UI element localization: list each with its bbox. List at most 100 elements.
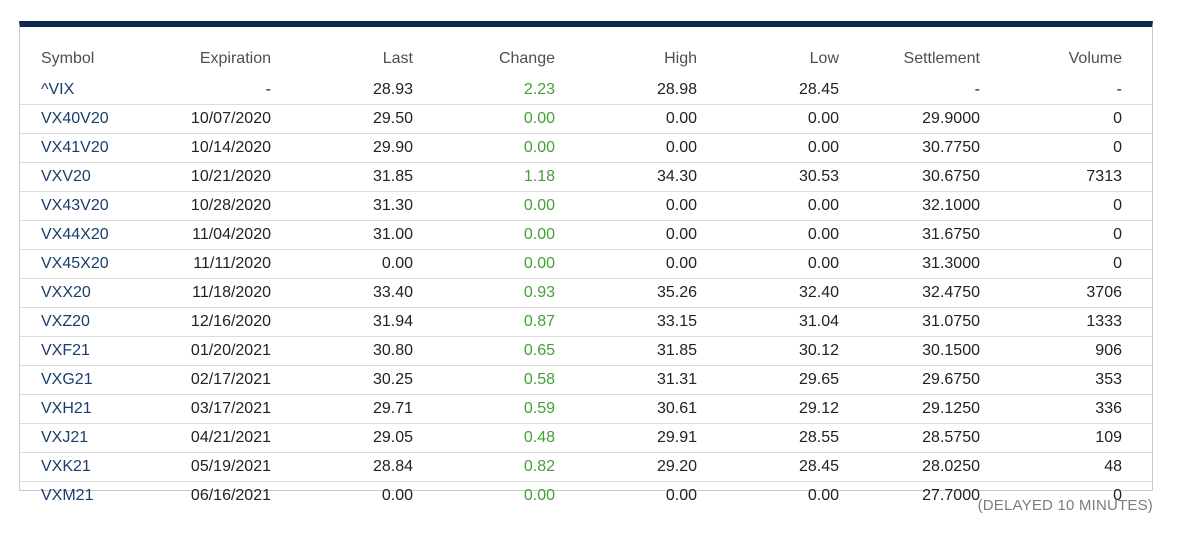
high-cell: 0.00 — [555, 133, 697, 163]
symbol-cell[interactable]: VX41V20 — [20, 133, 140, 163]
change-cell: 1.18 — [413, 162, 555, 192]
high-cell: 29.20 — [555, 452, 697, 482]
low-cell: 0.00 — [697, 133, 839, 163]
table-row: VX40V20 10/07/2020 29.50 0.00 0.00 0.00 29.900… — [20, 104, 1152, 134]
settlement-cell: 29.9000 — [839, 104, 980, 134]
low-cell: 0.00 — [697, 220, 839, 250]
settlement-cell: 31.0750 — [839, 307, 980, 337]
symbol-cell[interactable]: ^VIX — [20, 76, 140, 105]
low-cell: 0.00 — [697, 249, 839, 279]
expiration-cell: 10/21/2020 — [140, 162, 271, 192]
settlement-cell: - — [974, 81, 980, 98]
expiration-cell: 02/17/2021 — [140, 365, 271, 395]
settlement-cell: 29.6750 — [839, 365, 980, 395]
symbol-cell[interactable]: VXV20 — [20, 162, 140, 192]
last-cell: 31.85 — [271, 162, 413, 192]
expiration-cell: - — [265, 81, 271, 98]
table-header-row: Symbol Expiration Last Change High Low S… — [20, 42, 1152, 76]
last-cell: 29.05 — [271, 423, 413, 453]
table-row: VXX20 11/18/2020 33.40 0.93 35.26 32.40 32.475… — [20, 278, 1152, 308]
table-row: ^VIX - 28.93 2.23 28.98 28.45 - - — [20, 76, 1152, 105]
change-cell: 0.00 — [413, 104, 555, 134]
column-header-low: Low — [809, 50, 839, 67]
low-cell: 0.00 — [697, 191, 839, 221]
table-row: VX43V20 10/28/2020 31.30 0.00 0.00 0.00 32.100… — [20, 191, 1152, 221]
table-body: ^VIX - 28.93 2.23 28.98 28.45 - - VX40V20 10/07/2… — [20, 76, 1152, 510]
settlement-cell: 32.4750 — [839, 278, 980, 308]
last-cell: 29.71 — [271, 394, 413, 424]
expiration-cell: 03/17/2021 — [140, 394, 271, 424]
high-cell: 35.26 — [555, 278, 697, 308]
symbol-cell[interactable]: VXX20 — [20, 278, 140, 308]
high-cell: 30.61 — [555, 394, 697, 424]
volume-cell: - — [1116, 81, 1122, 98]
expiration-cell: 10/28/2020 — [140, 191, 271, 221]
last-cell: 0.00 — [271, 249, 413, 279]
last-cell: 31.30 — [271, 191, 413, 221]
high-cell: 0.00 — [555, 191, 697, 221]
symbol-cell[interactable]: VXH21 — [20, 394, 140, 424]
expiration-cell: 11/18/2020 — [140, 278, 271, 308]
change-cell: 0.82 — [413, 452, 555, 482]
symbol-cell[interactable]: VX45X20 — [20, 249, 140, 279]
table-row: VX41V20 10/14/2020 29.90 0.00 0.00 0.00 30.775… — [20, 133, 1152, 163]
volume-cell: 3706 — [980, 278, 1152, 308]
low-cell: 28.45 — [798, 81, 839, 98]
expiration-cell: 10/07/2020 — [140, 104, 271, 134]
settlement-cell: 27.7000 — [839, 481, 980, 510]
symbol-cell[interactable]: VXG21 — [20, 365, 140, 395]
column-header-settlement: Settlement — [903, 50, 980, 67]
volume-cell: 48 — [980, 452, 1152, 482]
change-cell: 0.93 — [413, 278, 555, 308]
change-cell: 0.00 — [413, 249, 555, 279]
volume-cell: 353 — [980, 365, 1152, 395]
low-cell: 31.04 — [697, 307, 839, 337]
last-cell: 30.80 — [271, 336, 413, 366]
settlement-cell: 28.5750 — [839, 423, 980, 453]
high-cell: 33.15 — [555, 307, 697, 337]
low-cell: 30.12 — [697, 336, 839, 366]
expiration-cell: 10/14/2020 — [140, 133, 271, 163]
volume-cell: 0 — [980, 220, 1152, 250]
symbol-cell[interactable]: VX40V20 — [20, 104, 140, 134]
symbol-cell[interactable]: VXJ21 — [20, 423, 140, 453]
last-cell: 31.94 — [271, 307, 413, 337]
volume-cell: 109 — [980, 423, 1152, 453]
volume-cell: 0 — [980, 133, 1152, 163]
high-cell: 0.00 — [555, 104, 697, 134]
volume-cell: 7313 — [980, 162, 1152, 192]
expiration-cell: 01/20/2021 — [140, 336, 271, 366]
symbol-cell[interactable]: VXM21 — [20, 481, 140, 510]
settlement-cell: 30.1500 — [839, 336, 980, 366]
column-header-volume: Volume — [1068, 50, 1122, 67]
volume-cell: 906 — [980, 336, 1152, 366]
table-row: VXK21 05/19/2021 28.84 0.82 29.20 28.45 28.025… — [20, 452, 1152, 482]
settlement-cell: 32.1000 — [839, 191, 980, 221]
high-cell: 0.00 — [555, 249, 697, 279]
expiration-cell: 04/21/2021 — [140, 423, 271, 453]
symbol-cell[interactable]: VX43V20 — [20, 191, 140, 221]
change-cell: 0.59 — [413, 394, 555, 424]
last-cell: 30.25 — [271, 365, 413, 395]
high-cell: 28.98 — [656, 81, 697, 98]
column-header-high: High — [664, 50, 697, 67]
volume-cell: 0 — [980, 104, 1152, 134]
last-cell: 29.50 — [271, 104, 413, 134]
low-cell: 0.00 — [697, 481, 839, 510]
table-row: VXV20 10/21/2020 31.85 1.18 34.30 30.53 30.675… — [20, 162, 1152, 192]
symbol-cell[interactable]: VXF21 — [20, 336, 140, 366]
settlement-cell: 31.6750 — [839, 220, 980, 250]
table-row: VX45X20 11/11/2020 0.00 0.00 0.00 0.00 31.3000… — [20, 249, 1152, 279]
symbol-cell[interactable]: VXZ20 — [20, 307, 140, 337]
low-cell: 29.65 — [697, 365, 839, 395]
settlement-cell: 28.0250 — [839, 452, 980, 482]
volume-cell: 0 — [980, 249, 1152, 279]
change-cell: 0.48 — [413, 423, 555, 453]
settlement-cell: 30.6750 — [839, 162, 980, 192]
low-cell: 28.45 — [697, 452, 839, 482]
last-cell: 28.93 — [372, 81, 413, 98]
symbol-cell[interactable]: VX44X20 — [20, 220, 140, 250]
high-cell: 0.00 — [555, 481, 697, 510]
symbol-cell[interactable]: VXK21 — [20, 452, 140, 482]
change-cell: 0.00 — [413, 481, 555, 510]
